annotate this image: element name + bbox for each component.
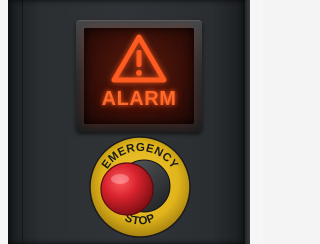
- emergency-stop-graphic[interactable]: EMERGENCY STOP: [86, 133, 194, 241]
- emergency-stop-cap[interactable]: [100, 162, 154, 216]
- alarm-label: ALARM: [101, 88, 177, 110]
- warning-triangle-icon: [111, 34, 167, 83]
- alarm-indicator: ALARM: [76, 20, 202, 132]
- panel-seam: [22, 0, 23, 244]
- emergency-stop-highlight: [111, 174, 129, 184]
- alarm-screen: ALARM: [84, 28, 194, 124]
- panel-edge: [245, 0, 250, 244]
- control-panel-scene: ALARM EMERGENCY STOP: [0, 0, 263, 244]
- emergency-stop-button[interactable]: EMERGENCY STOP: [86, 133, 194, 241]
